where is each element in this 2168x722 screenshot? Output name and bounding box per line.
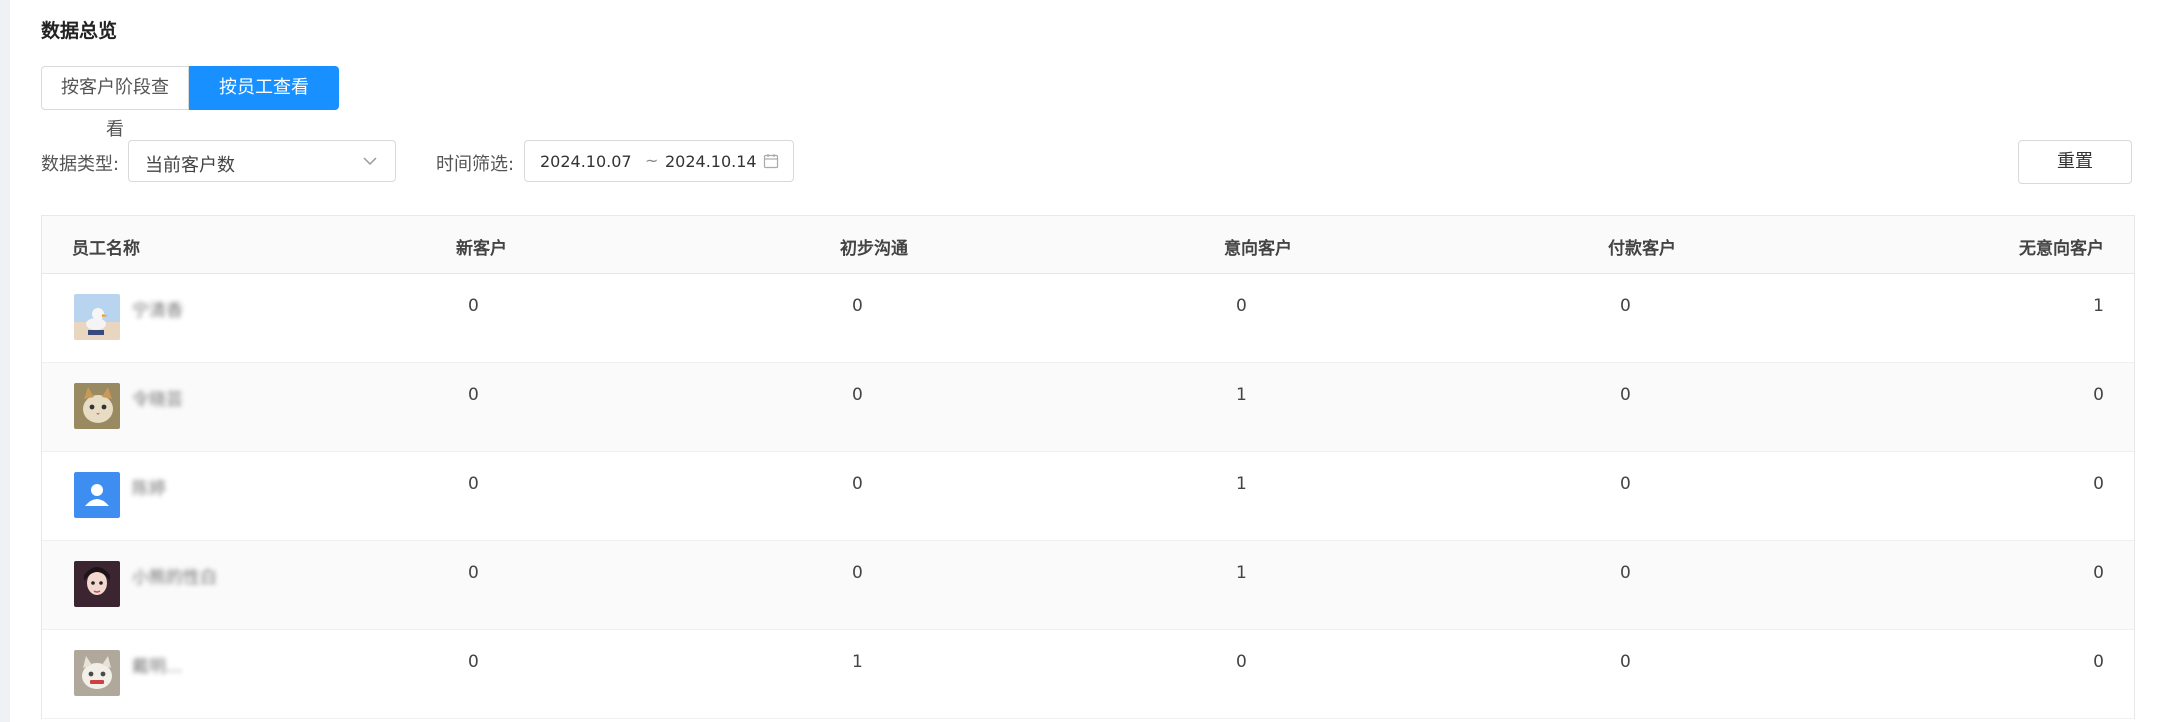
cell-no-intent-customer: 0 [2093, 474, 2104, 494]
cell-initial-contact: 1 [852, 652, 863, 672]
col-paid-customer: 付款客户 [1608, 239, 1676, 259]
col-no-intent-customer: 无意向客户 [2019, 239, 2104, 259]
view-toggle: 按客户阶段查看 按员工查看 [41, 66, 339, 140]
page-title: 数据总览 [41, 20, 118, 42]
col-new-customer: 新客户 [456, 239, 507, 259]
cell-initial-contact: 0 [852, 474, 863, 494]
employee-stats-table: 员工名称 新客户 初步沟通 意向客户 付款客户 无意向客户 宁清香 0 0 0 … [41, 215, 2135, 719]
table-row: 戴明... 0 1 0 0 0 [42, 630, 2134, 719]
cell-new-customer: 0 [468, 563, 479, 583]
reset-button[interactable]: 重置 [2018, 140, 2132, 184]
tab-by-stage[interactable]: 按客户阶段查看 [41, 66, 189, 140]
cell-no-intent-customer: 0 [2093, 563, 2104, 583]
data-type-label: 数据类型: [41, 154, 120, 175]
avatar [74, 650, 120, 696]
cell-paid-customer: 0 [1620, 652, 1631, 672]
employee-name: 小熊的性白 [132, 568, 217, 588]
chevron-down-icon [363, 157, 377, 166]
col-intent-customer: 意向客户 [1224, 239, 1292, 259]
cell-intent-customer: 0 [1236, 296, 1247, 316]
cell-no-intent-customer: 0 [2093, 385, 2104, 405]
col-initial-contact: 初步沟通 [840, 239, 908, 259]
cell-intent-customer: 1 [1236, 385, 1247, 405]
cell-initial-contact: 0 [852, 563, 863, 583]
avatar [74, 472, 120, 518]
cell-paid-customer: 0 [1620, 385, 1631, 405]
cell-no-intent-customer: 0 [2093, 652, 2104, 672]
cell-intent-customer: 1 [1236, 563, 1247, 583]
date-range-picker[interactable]: 2024.10.07 ~ 2024.10.14 [524, 140, 794, 182]
table-header: 员工名称 新客户 初步沟通 意向客户 付款客户 无意向客户 [42, 216, 2134, 274]
cell-paid-customer: 0 [1620, 474, 1631, 494]
date-end[interactable]: 2024.10.14 [665, 152, 757, 171]
employee-name: 宁清香 [132, 301, 183, 321]
main-panel: 数据总览 按客户阶段查看 按员工查看 数据类型: 当前客户数 时间筛选: 202… [10, 0, 2168, 722]
date-start[interactable]: 2024.10.07 [540, 152, 632, 171]
table-row: 小熊的性白 0 0 1 0 0 [42, 541, 2134, 630]
cell-intent-customer: 1 [1236, 474, 1247, 494]
avatar [74, 383, 120, 429]
cat-avatar-icon [74, 383, 120, 429]
date-separator: ~ [645, 151, 659, 170]
avatar [74, 294, 120, 340]
cell-paid-customer: 0 [1620, 296, 1631, 316]
cell-initial-contact: 0 [852, 385, 863, 405]
cell-new-customer: 0 [468, 385, 479, 405]
employee-name: 令晓芸 [132, 390, 183, 410]
table-row: 令晓芸 0 0 1 0 0 [42, 363, 2134, 452]
cell-intent-customer: 0 [1236, 652, 1247, 672]
table-row: 宁清香 0 0 0 0 1 [42, 274, 2134, 363]
cell-paid-customer: 0 [1620, 563, 1631, 583]
employee-name: 陈婷 [132, 479, 166, 499]
avatar [74, 561, 120, 607]
data-type-value: 当前客户数 [145, 155, 235, 176]
cell-initial-contact: 0 [852, 296, 863, 316]
time-filter-label: 时间筛选: [436, 154, 515, 175]
table-row: 陈婷 0 0 1 0 0 [42, 452, 2134, 541]
cell-new-customer: 0 [468, 474, 479, 494]
calendar-icon [763, 154, 779, 169]
data-type-select[interactable]: 当前客户数 [128, 140, 396, 182]
cell-new-customer: 0 [468, 296, 479, 316]
girl-avatar-icon [74, 561, 120, 607]
tab-by-employee[interactable]: 按员工查看 [189, 66, 339, 110]
kitten-avatar-icon [74, 650, 120, 696]
user-icon [74, 472, 120, 518]
cell-new-customer: 0 [468, 652, 479, 672]
cell-no-intent-customer: 1 [2093, 296, 2104, 316]
col-employee-name: 员工名称 [72, 239, 140, 259]
employee-name: 戴明... [132, 657, 183, 677]
duck-avatar-icon [74, 294, 120, 340]
